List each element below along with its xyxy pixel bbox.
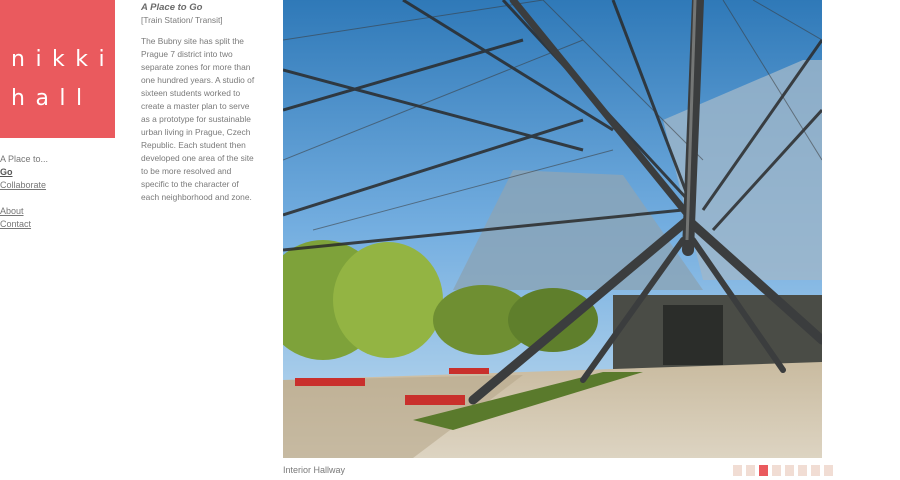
- main-nav: A Place to... Go Collaborate About Conta…: [0, 153, 48, 231]
- nav-item-go[interactable]: Go: [0, 166, 48, 179]
- pager-dot[interactable]: [746, 465, 755, 476]
- slide-pager: [733, 465, 833, 476]
- logo-line-2: hall: [11, 86, 93, 111]
- project-photo[interactable]: [283, 0, 822, 458]
- logo[interactable]: nikki hall: [0, 0, 115, 138]
- pager-dot[interactable]: [824, 465, 833, 476]
- nav-item-about[interactable]: About: [0, 205, 48, 218]
- pager-dot[interactable]: [733, 465, 742, 476]
- project-title: A Place to Go: [141, 2, 203, 13]
- project-subtitle: [Train Station/ Transit]: [141, 15, 223, 25]
- nav-item-collaborate[interactable]: Collaborate: [0, 179, 48, 192]
- nav-intro: A Place to...: [0, 154, 49, 164]
- project-description: A Place to Go [Train Station/ Transit] T…: [141, 1, 259, 204]
- pager-dot[interactable]: [798, 465, 807, 476]
- logo-line-1: nikki: [11, 47, 116, 72]
- nav-item-contact[interactable]: Contact: [0, 218, 48, 231]
- photo-illustration: [283, 0, 822, 458]
- pager-dot[interactable]: [785, 465, 794, 476]
- project-body: The Bubny site has split the Prague 7 di…: [141, 36, 255, 202]
- pager-dot[interactable]: [759, 465, 768, 476]
- pager-dot[interactable]: [811, 465, 820, 476]
- page: nikki hall A Place to... Go Collaborate …: [0, 0, 900, 480]
- pager-dot[interactable]: [772, 465, 781, 476]
- photo-caption: Interior Hallway: [283, 465, 346, 475]
